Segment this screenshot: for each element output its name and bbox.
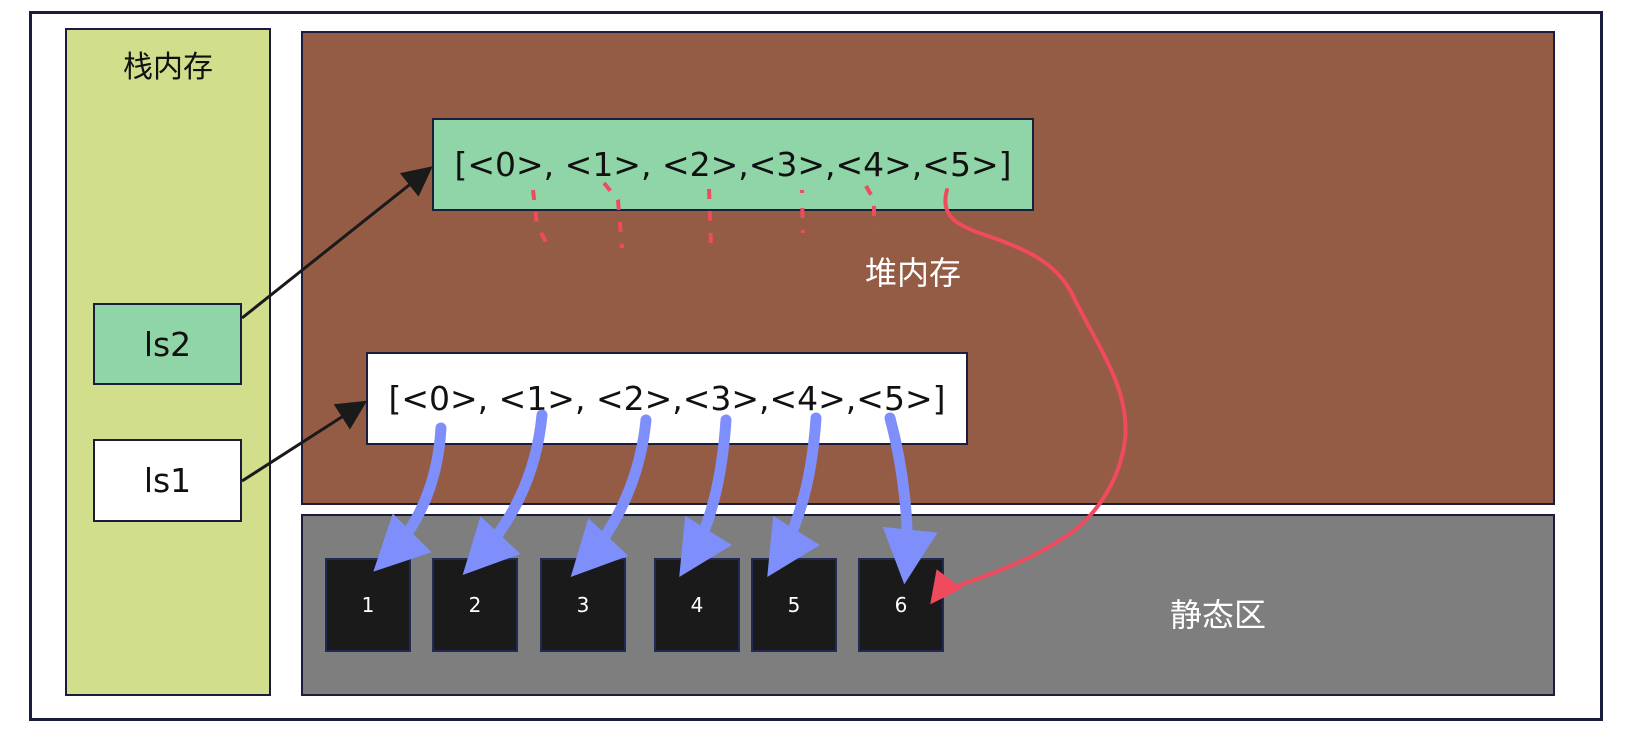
heap-memory-title: 堆内存 (865, 254, 962, 292)
int-object-4: 4 (654, 558, 740, 652)
ls1-list-object: [<0>, <1>, <2>,<3>,<4>,<5>] (366, 352, 968, 445)
ls1-variable: ls1 (93, 439, 242, 522)
int-object-1: 1 (325, 558, 411, 652)
memory-diagram: 栈内存 堆内存 静态区 ls2 ls1 [<0>, <1>, <2>,<3>,<… (0, 0, 1644, 733)
ls2-variable: ls2 (93, 303, 242, 385)
int-object-5: 5 (751, 558, 837, 652)
int-object-6: 6 (858, 558, 944, 652)
static-area-title: 静态区 (1170, 596, 1267, 634)
ls2-list-object: [<0>, <1>, <2>,<3>,<4>,<5>] (432, 118, 1034, 211)
int-object-3: 3 (540, 558, 626, 652)
int-object-2: 2 (432, 558, 518, 652)
stack-memory-title: 栈内存 (123, 50, 213, 85)
